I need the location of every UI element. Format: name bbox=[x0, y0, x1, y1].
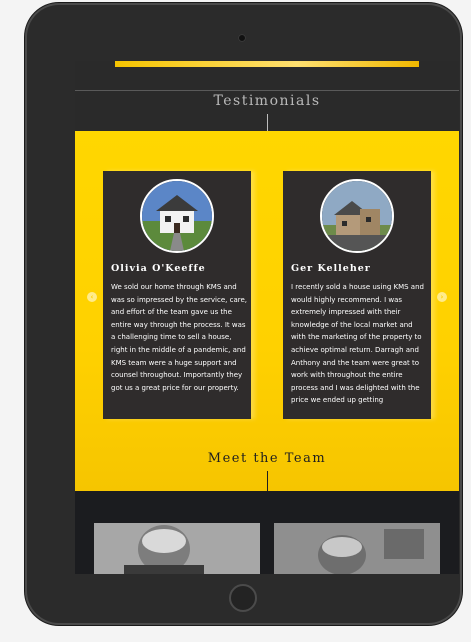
testimonials-header: Testimonials bbox=[75, 61, 459, 131]
testimonial-quote: We sold our home through KMS and was so … bbox=[111, 283, 247, 392]
team-connector-line bbox=[267, 471, 268, 491]
gold-accent-bar bbox=[115, 61, 419, 67]
chevron-left-icon[interactable]: ‹ bbox=[87, 292, 97, 302]
screen: Testimonials ‹ Olivia O'Keeffe We sold o… bbox=[75, 61, 459, 574]
house-photo-avatar bbox=[140, 179, 214, 253]
tablet-frame: Testimonials ‹ Olivia O'Keeffe We sold o… bbox=[25, 3, 462, 625]
team-member-photo[interactable] bbox=[274, 523, 440, 574]
testimonial-quote: I recently sold a house using KMS and wo… bbox=[291, 283, 424, 405]
testimonial-name: Olivia O'Keeffe bbox=[111, 263, 206, 274]
chevron-right-icon[interactable]: › bbox=[437, 292, 447, 302]
team-member-photo[interactable] bbox=[94, 523, 260, 574]
heading-connector-line bbox=[267, 114, 268, 131]
header-divider bbox=[75, 90, 459, 91]
team-heading: Meet the Team bbox=[207, 451, 327, 466]
testimonials-heading: Testimonials bbox=[213, 93, 321, 109]
home-button[interactable] bbox=[229, 584, 257, 612]
house-photo-avatar bbox=[320, 179, 394, 253]
camera-icon bbox=[238, 34, 246, 42]
testimonials-section: ‹ Olivia O'Keeffe We sold our home throu… bbox=[75, 131, 459, 491]
testimonial-name: Ger Kelleher bbox=[291, 263, 371, 274]
testimonial-card: Ger Kelleher I recently sold a house usi… bbox=[283, 171, 431, 419]
testimonial-card: Olivia O'Keeffe We sold our home through… bbox=[103, 171, 251, 419]
